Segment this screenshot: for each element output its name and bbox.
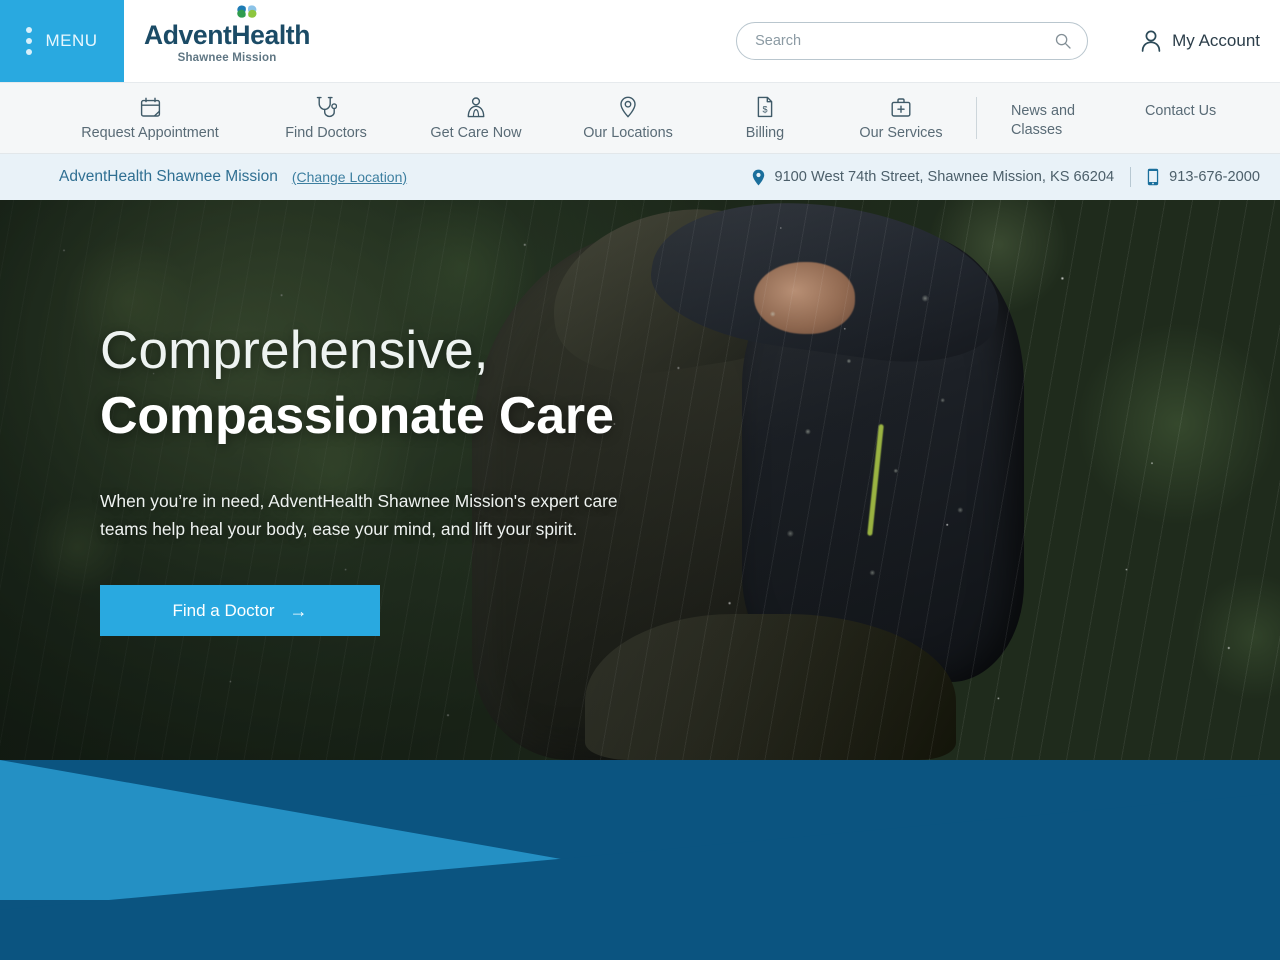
nav-item-our-services[interactable]: Our Services	[826, 93, 976, 142]
find-a-doctor-label: Find a Doctor	[172, 600, 275, 620]
current-facility-name: AdventHealth Shawnee Mission	[59, 168, 278, 185]
menu-dots-icon	[26, 27, 33, 55]
menu-button[interactable]: MENU	[0, 0, 124, 82]
adventhealth-leaf-icon	[237, 5, 257, 18]
invoice-dollar-icon: $	[756, 96, 774, 118]
location-bar: AdventHealth Shawnee Mission (Change Loc…	[0, 154, 1280, 200]
header-utilities: My Account	[736, 0, 1280, 82]
site-header: MENU AdventHealth Shawnee Mission Search…	[0, 0, 1280, 82]
nav-item-get-care-now[interactable]: Get Care Now	[400, 93, 552, 142]
nav-label: Our Locations	[583, 125, 673, 142]
search-icon[interactable]	[1055, 33, 1071, 49]
nav-item-billing[interactable]: $ Billing	[704, 93, 826, 142]
my-account-link[interactable]: My Account	[1140, 29, 1260, 53]
medical-bag-icon	[890, 96, 912, 118]
facility-phone[interactable]: 913-676-2000	[1169, 169, 1260, 185]
facility-address: 9100 West 74th Street, Shawnee Mission, …	[774, 169, 1115, 185]
nav-label: Billing	[745, 125, 785, 142]
higher-standard-section: A Higher Standard of Care	[0, 760, 1280, 960]
search-box[interactable]	[736, 22, 1089, 60]
nav-label: Request Appointment	[81, 125, 219, 142]
nav-label: Our Services	[859, 125, 943, 142]
nav-label: Find Doctors	[285, 125, 367, 142]
site-logo[interactable]: AdventHealth Shawnee Mission	[124, 0, 310, 82]
search-input[interactable]	[755, 33, 1056, 49]
map-pin-icon	[753, 169, 765, 185]
nav-label: Contact Us	[1145, 103, 1217, 120]
hero-content: Comprehensive, Compassionate Care When y…	[100, 200, 700, 760]
find-a-doctor-button[interactable]: Find a Doctor →	[100, 585, 380, 637]
nav-item-contact-us[interactable]: Contact Us	[1133, 93, 1273, 120]
my-account-label: My Account	[1172, 31, 1260, 50]
nav-item-our-locations[interactable]: Our Locations	[552, 93, 704, 142]
svg-text:$: $	[762, 105, 767, 115]
mobile-phone-icon	[1147, 168, 1159, 186]
arrow-right-icon: →	[289, 600, 308, 621]
hero-heading-line1: Comprehensive,	[100, 320, 489, 380]
hero-heading: Comprehensive, Compassionate Care	[100, 320, 700, 445]
nav-item-news-and-classes[interactable]: News and Classes	[977, 93, 1133, 139]
section-body: A Higher Standard of Care	[0, 902, 1280, 960]
user-account-icon	[1141, 30, 1161, 52]
stethoscope-icon	[316, 96, 337, 118]
person-care-icon	[465, 96, 487, 118]
nav-label: Get Care Now	[430, 125, 522, 142]
nav-item-find-doctors[interactable]: Find Doctors	[252, 93, 400, 142]
divider	[1130, 167, 1132, 187]
primary-nav: Request Appointment Find Doctors Get Car…	[0, 82, 1280, 154]
hero-paragraph: When you’re in need, AdventHealth Shawne…	[100, 490, 618, 540]
change-location-link[interactable]: (Change Location)	[292, 169, 407, 185]
calendar-icon	[140, 96, 161, 118]
menu-button-label: MENU	[45, 31, 98, 50]
logo-sub-text: Shawnee Mission	[177, 51, 277, 64]
nav-label: News and Classes	[1011, 103, 1075, 138]
map-pin-icon	[619, 96, 637, 118]
logo-primary-text: AdventHealth	[144, 20, 311, 51]
hero-heading-line2: Compassionate Care	[100, 386, 614, 445]
hero-banner: Comprehensive, Compassionate Care When y…	[0, 200, 1280, 760]
nav-item-request-appointment[interactable]: Request Appointment	[48, 93, 252, 142]
location-contact-group: 9100 West 74th Street, Shawnee Mission, …	[752, 167, 1260, 187]
